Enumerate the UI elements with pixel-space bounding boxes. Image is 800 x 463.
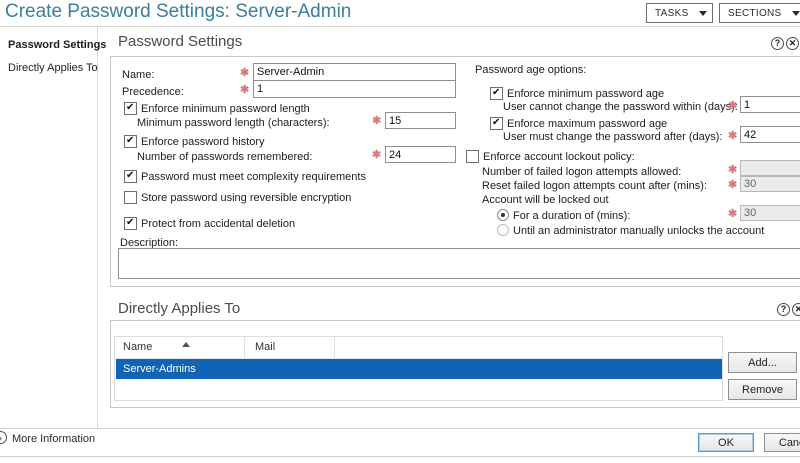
- enforce-max-age-checkbox[interactable]: [490, 117, 503, 130]
- min-length-label: Minimum password length (characters):: [137, 117, 330, 130]
- column-header-name[interactable]: Name: [123, 341, 152, 353]
- column-header-mail[interactable]: Mail: [255, 341, 275, 353]
- section-nav-sidebar: Password Settings Directly Applies To: [0, 27, 98, 428]
- sections-button-label: SECTIONS: [728, 8, 782, 19]
- required-icon: ✱: [372, 148, 381, 161]
- password-settings-section-title: Password Settings: [118, 33, 242, 50]
- precedence-label: Precedence:: [122, 86, 184, 99]
- add-button[interactable]: Add...: [728, 352, 797, 373]
- remove-button[interactable]: Remove: [728, 379, 797, 400]
- min-age-input[interactable]: [740, 96, 800, 113]
- footer-divider: [0, 428, 800, 429]
- more-info-icon[interactable]: ›: [0, 431, 7, 444]
- enforce-min-length-label: Enforce minimum password length: [141, 103, 310, 116]
- min-length-input[interactable]: [385, 112, 456, 129]
- description-input[interactable]: [118, 248, 800, 279]
- page-title: Create Password Settings: Server-Admin: [5, 1, 351, 23]
- duration-radio[interactable]: [497, 209, 509, 221]
- required-icon: ✱: [728, 129, 737, 142]
- until-admin-radio[interactable]: [497, 224, 509, 236]
- column-divider: [244, 337, 245, 358]
- enforce-history-checkbox[interactable]: [124, 135, 137, 148]
- reset-after-label: Reset failed logon attempts count after …: [482, 180, 707, 193]
- history-count-label: Number of passwords remembered:: [137, 151, 312, 164]
- failed-attempts-input[interactable]: [740, 160, 800, 176]
- cancel-button[interactable]: Cancel: [764, 433, 800, 452]
- help-icon[interactable]: ?: [777, 303, 790, 316]
- name-input[interactable]: [253, 63, 456, 81]
- table-row[interactable]: Server-Admins: [116, 359, 722, 379]
- duration-input[interactable]: [740, 205, 800, 221]
- reset-after-input[interactable]: [740, 176, 800, 192]
- tasks-button[interactable]: TASKS: [646, 3, 713, 23]
- enforce-min-age-checkbox[interactable]: [490, 87, 503, 100]
- ok-button[interactable]: OK: [698, 433, 754, 452]
- directly-applies-to-section-title: Directly Applies To: [118, 300, 240, 317]
- window-bottom-edge: [0, 456, 800, 457]
- required-icon: ✱: [728, 163, 737, 176]
- close-icon[interactable]: ✕: [792, 303, 800, 316]
- more-information-link[interactable]: More Information: [12, 433, 95, 446]
- complexity-checkbox[interactable]: [124, 170, 137, 183]
- column-divider: [334, 337, 335, 358]
- until-admin-label: Until an administrator manually unlocks …: [513, 225, 764, 238]
- required-icon: ✱: [240, 83, 249, 96]
- min-age-label: User cannot change the password within (…: [503, 101, 738, 114]
- chevron-down-icon: [699, 11, 707, 16]
- complexity-label: Password must meet complexity requiremen…: [141, 171, 366, 184]
- enforce-min-length-checkbox[interactable]: [124, 102, 137, 115]
- chevron-down-icon: [792, 11, 800, 16]
- required-icon: ✱: [728, 178, 737, 191]
- reversible-encryption-checkbox[interactable]: [124, 191, 137, 204]
- enforce-max-age-label: Enforce maximum password age: [507, 118, 667, 131]
- reversible-encryption-label: Store password using reversible encrypti…: [141, 192, 351, 205]
- name-label: Name:: [122, 69, 154, 82]
- precedence-input[interactable]: [253, 80, 456, 98]
- create-password-settings-window: Create Password Settings: Server-Admin T…: [0, 0, 800, 463]
- history-count-input[interactable]: [385, 146, 456, 163]
- sidebar-item-directly-applies-to[interactable]: Directly Applies To: [8, 62, 98, 74]
- failed-attempts-label: Number of failed logon attempts allowed:: [482, 166, 681, 179]
- lockout-policy-checkbox[interactable]: [466, 150, 479, 163]
- enforce-min-age-label: Enforce minimum password age: [507, 88, 664, 101]
- sidebar-item-password-settings[interactable]: Password Settings: [8, 39, 106, 51]
- required-icon: ✱: [240, 66, 249, 79]
- protect-deletion-label: Protect from accidental deletion: [141, 218, 295, 231]
- applies-to-table: Name Mail Server-Admins: [114, 336, 723, 401]
- locked-out-label: Account will be locked out: [482, 194, 609, 207]
- max-age-input[interactable]: [740, 126, 800, 143]
- required-icon: ✱: [728, 207, 737, 220]
- required-icon: ✱: [728, 99, 737, 112]
- sections-button[interactable]: SECTIONS: [719, 3, 800, 23]
- sort-ascending-icon: [182, 342, 190, 347]
- enforce-history-label: Enforce password history: [141, 136, 265, 149]
- close-icon[interactable]: ✕: [786, 37, 799, 50]
- duration-label: For a duration of (mins):: [513, 210, 630, 223]
- required-icon: ✱: [372, 114, 381, 127]
- lockout-policy-label: Enforce account lockout policy:: [483, 151, 635, 164]
- max-age-label: User must change the password after (day…: [503, 131, 722, 144]
- protect-deletion-checkbox[interactable]: [124, 217, 137, 230]
- tasks-button-label: TASKS: [655, 8, 689, 19]
- help-icon[interactable]: ?: [771, 37, 784, 50]
- age-options-label: Password age options:: [475, 64, 586, 77]
- window-titlebar: Create Password Settings: Server-Admin T…: [0, 0, 800, 27]
